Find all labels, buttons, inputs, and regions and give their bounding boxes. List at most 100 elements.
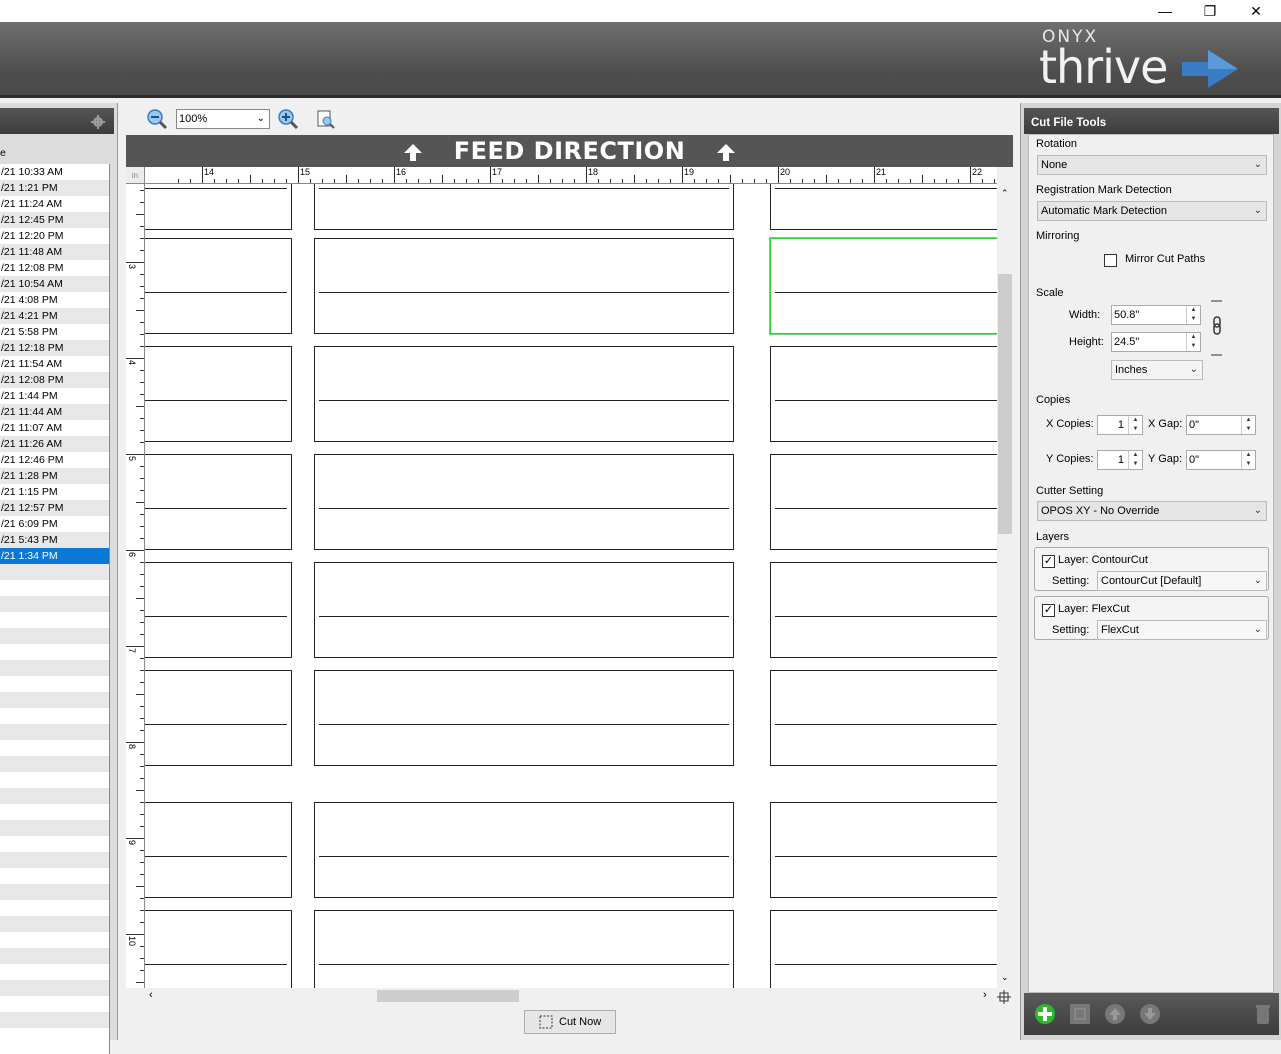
units-select[interactable]: Inches ⌄	[1111, 360, 1203, 380]
job-list-item[interactable]	[0, 644, 109, 660]
y-copies-spinner[interactable]: ▲ ▼	[1128, 451, 1142, 469]
job-list-item[interactable]	[0, 676, 109, 692]
scroll-down-icon[interactable]: ⌄	[1001, 972, 1009, 983]
scroll-up-icon[interactable]: ⌃	[1001, 188, 1009, 199]
job-list-item[interactable]: /21 12:20 PM	[0, 228, 109, 244]
link-chain-icon[interactable]	[1210, 300, 1224, 358]
text-layer-icon[interactable]	[1069, 1003, 1091, 1025]
label-box[interactable]	[770, 670, 997, 766]
label-box[interactable]	[314, 562, 734, 658]
x-copies-input[interactable]: 1 ▲ ▼	[1097, 415, 1143, 435]
job-list-item[interactable]	[0, 900, 109, 916]
scroll-right-icon[interactable]: ›	[983, 989, 987, 1001]
job-list-item[interactable]: /21 1:34 PM	[0, 548, 109, 564]
job-list-item[interactable]	[0, 1012, 109, 1028]
y-gap-spinner[interactable]: ▲ ▼	[1241, 451, 1255, 469]
label-box[interactable]	[770, 346, 997, 442]
registration-select[interactable]: Automatic Mark Detection ⌄	[1037, 201, 1267, 221]
job-list-item[interactable]	[0, 964, 109, 980]
mirror-cut-paths-checkbox[interactable]	[1104, 254, 1117, 267]
label-box[interactable]	[145, 670, 292, 766]
job-list-item[interactable]: /21 10:54 AM	[0, 276, 109, 292]
x-gap-spinner[interactable]: ▲ ▼	[1241, 416, 1255, 434]
job-list-item[interactable]: /21 1:21 PM	[0, 180, 109, 196]
move-layer-up-icon[interactable]	[1104, 1003, 1126, 1025]
width-input[interactable]: 50.8" ▲ ▼	[1111, 305, 1201, 325]
minimize-button[interactable]: —	[1142, 0, 1188, 22]
label-box[interactable]	[145, 454, 292, 550]
layer-contourcut-checkbox[interactable]: ✓	[1042, 555, 1055, 568]
job-list-item[interactable]: /21 11:24 AM	[0, 196, 109, 212]
job-list-item[interactable]	[0, 916, 109, 932]
job-list-item[interactable]: /21 5:43 PM	[0, 532, 109, 548]
job-list-item[interactable]	[0, 660, 109, 676]
job-list-item[interactable]	[0, 580, 109, 596]
horizontal-scrollbar[interactable]: ‹ ›	[145, 988, 997, 1004]
job-list-item[interactable]: /21 11:26 AM	[0, 436, 109, 452]
add-layer-icon[interactable]	[1034, 1003, 1056, 1025]
rotation-select[interactable]: None ⌄	[1037, 155, 1267, 175]
layer-contourcut-setting-select[interactable]: ContourCut [Default] ⌄	[1097, 571, 1267, 591]
vertical-scrollbar[interactable]: ⌃ ⌄	[997, 184, 1013, 988]
label-box[interactable]	[314, 670, 734, 766]
label-box[interactable]	[314, 454, 734, 550]
job-list-item[interactable]	[0, 980, 109, 996]
x-gap-input[interactable]: 0" ▲ ▼	[1186, 415, 1256, 435]
job-list-item[interactable]: /21 11:07 AM	[0, 420, 109, 436]
job-list-item[interactable]	[0, 596, 109, 612]
job-list-item[interactable]: /21 10:33 AM	[0, 164, 109, 180]
zoom-in-icon[interactable]	[277, 108, 299, 130]
zoom-select[interactable]: 100% ⌄	[176, 109, 270, 129]
job-list-item[interactable]: /21 12:08 PM	[0, 260, 109, 276]
trash-icon[interactable]	[1252, 1003, 1274, 1025]
job-list-item[interactable]	[0, 948, 109, 964]
close-button[interactable]: ✕	[1233, 0, 1279, 22]
job-list-item[interactable]	[0, 564, 109, 580]
width-spinner[interactable]: ▲ ▼	[1186, 306, 1200, 324]
job-list-item[interactable]	[0, 692, 109, 708]
restore-button[interactable]: ❐	[1187, 0, 1233, 22]
gear-icon[interactable]	[91, 115, 105, 129]
label-box[interactable]	[314, 910, 734, 988]
label-box[interactable]	[145, 346, 292, 442]
fit-page-icon[interactable]	[316, 109, 336, 129]
job-list-item[interactable]	[0, 772, 109, 788]
cut-preview-canvas[interactable]	[145, 184, 997, 988]
job-list-item[interactable]: /21 6:09 PM	[0, 516, 109, 532]
job-list-item[interactable]	[0, 740, 109, 756]
job-list-item[interactable]: /21 12:57 PM	[0, 500, 109, 516]
label-box[interactable]	[145, 802, 292, 898]
job-list-item[interactable]: /21 4:08 PM	[0, 292, 109, 308]
layer-flexcut-setting-select[interactable]: FlexCut ⌄	[1097, 620, 1267, 640]
label-box[interactable]	[314, 238, 734, 334]
job-list-item[interactable]	[0, 1028, 109, 1044]
job-list-item[interactable]	[0, 788, 109, 804]
horizontal-scroll-thumb[interactable]	[377, 990, 519, 1002]
job-list-item[interactable]	[0, 932, 109, 948]
label-box[interactable]	[145, 910, 292, 988]
job-list-item[interactable]: /21 1:15 PM	[0, 484, 109, 500]
job-list-item[interactable]: /21 11:54 AM	[0, 356, 109, 372]
job-list-item[interactable]	[0, 884, 109, 900]
job-list-item[interactable]: /21 1:28 PM	[0, 468, 109, 484]
label-box[interactable]	[145, 184, 292, 230]
height-input[interactable]: 24.5" ▲ ▼	[1111, 332, 1201, 352]
job-list-item[interactable]	[0, 836, 109, 852]
layer-flexcut-checkbox[interactable]: ✓	[1042, 604, 1055, 617]
job-list-item[interactable]: /21 12:08 PM	[0, 372, 109, 388]
label-box[interactable]	[314, 346, 734, 442]
y-gap-input[interactable]: 0" ▲ ▼	[1186, 450, 1256, 470]
label-box[interactable]	[770, 454, 997, 550]
pan-move-icon[interactable]	[996, 989, 1012, 1005]
zoom-out-icon[interactable]	[146, 108, 168, 130]
job-list-item[interactable]: /21 11:44 AM	[0, 404, 109, 420]
label-box[interactable]	[314, 802, 734, 898]
job-list-item[interactable]: /21 12:45 PM	[0, 212, 109, 228]
scroll-left-icon[interactable]: ‹	[149, 989, 153, 1001]
job-list-item[interactable]: /21 1:44 PM	[0, 388, 109, 404]
label-box[interactable]	[145, 562, 292, 658]
job-list-item[interactable]: /21 12:18 PM	[0, 340, 109, 356]
cutter-setting-select[interactable]: OPOS XY - No Override ⌄	[1037, 501, 1267, 521]
move-layer-down-icon[interactable]	[1139, 1003, 1161, 1025]
job-list-item[interactable]: /21 12:46 PM	[0, 452, 109, 468]
